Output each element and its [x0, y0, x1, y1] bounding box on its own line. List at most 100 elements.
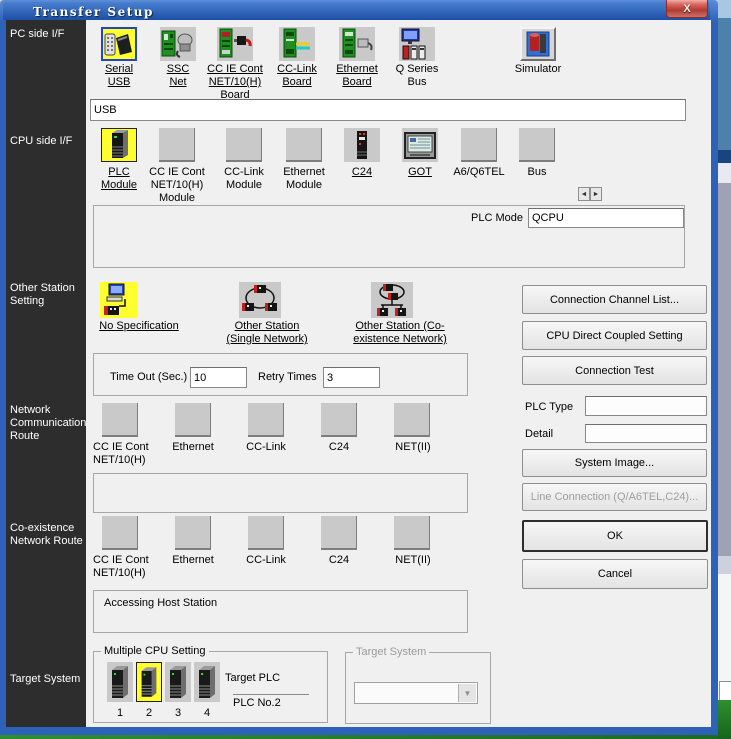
timeout-field[interactable]: [190, 367, 247, 388]
got-icon[interactable]: [402, 128, 438, 162]
coexistence-cc-ie-icon[interactable]: [102, 516, 138, 550]
coexistence-cc-link-icon[interactable]: [248, 516, 284, 550]
sidebar-label-target-system: Target System: [10, 673, 84, 686]
target-system-dropdown[interactable]: ▼: [354, 682, 478, 704]
other-station-coexistence-icon[interactable]: [371, 282, 413, 318]
cc-ie-board-icon[interactable]: [217, 27, 253, 61]
network-route-cc-link-icon[interactable]: [248, 403, 284, 437]
cpu-side-item-label[interactable]: C24: [347, 166, 377, 179]
coexistence-item-label: NET(II): [390, 554, 436, 567]
coexistence-ethernet-icon[interactable]: [175, 516, 211, 550]
cpu-side-item-label: A6/Q6TEL: [449, 166, 509, 179]
target-plc-label: Target PLC: [225, 672, 280, 684]
background-window-strip: [718, 163, 731, 183]
dialog-title: Transfer Setup: [33, 5, 154, 19]
q-series-bus-icon[interactable]: [399, 27, 435, 61]
coexistence-item-label: CC IE Cont NET/10(H): [93, 554, 159, 580]
cpu-side-item-label: CC IE Cont NET/10(H) Module: [144, 166, 210, 205]
cpu-tower-glyph: [165, 662, 191, 702]
ethernet-board-glyph: [339, 27, 375, 61]
retry-times-field[interactable]: [323, 367, 380, 388]
other-station-item-label[interactable]: No Specification: [84, 320, 194, 333]
plc-type-field[interactable]: [585, 396, 707, 416]
background-window-strip: [718, 556, 731, 574]
plc-mode-field[interactable]: [528, 208, 684, 228]
connection-test-button[interactable]: Connection Test: [522, 356, 707, 385]
single-network-glyph: [239, 282, 281, 318]
connection-channel-list-button[interactable]: Connection Channel List...: [522, 285, 707, 314]
cpu-no2-icon[interactable]: [136, 662, 162, 702]
plc-tower-glyph: [102, 129, 136, 161]
cancel-button[interactable]: Cancel: [522, 559, 708, 589]
network-route-c24-icon[interactable]: [321, 403, 357, 437]
coexistence-netii-icon[interactable]: [394, 516, 430, 550]
sidebar-label-cpu-side: CPU side I/F: [10, 135, 84, 148]
coexistence-item-label: Ethernet: [169, 554, 217, 567]
other-station-item-label[interactable]: Other Station (Co-existence Network): [337, 320, 463, 346]
chevron-down-icon[interactable]: ▼: [458, 684, 476, 702]
target-system-legend: Target System: [353, 646, 429, 658]
cc-ie-module-icon[interactable]: [159, 128, 195, 162]
simulator-icon[interactable]: [520, 27, 556, 61]
screen: Transfer Setup X PC side I/F CPU side I/…: [0, 0, 731, 739]
cc-link-module-icon[interactable]: [226, 128, 262, 162]
other-station-item-label[interactable]: Other Station (Single Network): [219, 320, 315, 346]
scroll-right-button[interactable]: ►: [590, 187, 602, 201]
target-plc-value: PLC No.2: [233, 694, 309, 709]
bus-icon[interactable]: [519, 128, 555, 162]
network-route-item-label: Ethernet: [169, 441, 217, 454]
network-route-netii-icon[interactable]: [394, 403, 430, 437]
ethernet-module-icon[interactable]: [286, 128, 322, 162]
a6-q6tel-icon[interactable]: [461, 128, 497, 162]
detail-field[interactable]: [585, 424, 707, 443]
pc-side-item-label[interactable]: SSC Net: [163, 63, 193, 89]
cpu-no1-icon[interactable]: [107, 662, 133, 702]
other-station-single-icon[interactable]: [239, 282, 281, 318]
scroll-left-button[interactable]: ◄: [578, 187, 590, 201]
cpu-direct-coupled-button[interactable]: CPU Direct Coupled Setting: [522, 321, 707, 350]
pc-side-item-label[interactable]: Ethernet Board: [333, 63, 381, 89]
ssc-net-glyph: [160, 27, 196, 61]
simulator-glyph: [522, 29, 554, 59]
ssc-net-icon[interactable]: [160, 27, 196, 61]
pc-side-item-label[interactable]: CC IE Cont NET/10(H) Board: [202, 63, 268, 102]
coexistence-c24-icon[interactable]: [321, 516, 357, 550]
cpu-no3-icon[interactable]: [165, 662, 191, 702]
serial-connector-glyph: [103, 29, 135, 59]
cpu-number-label: 3: [165, 707, 191, 719]
pc-side-item-label[interactable]: Serial USB: [99, 63, 139, 89]
title-bar[interactable]: Transfer Setup: [3, 2, 710, 20]
plc-module-icon[interactable]: [101, 128, 137, 162]
plc-mode-label: PLC Mode: [433, 212, 523, 224]
no-specification-icon[interactable]: [100, 282, 138, 318]
cpu-side-item-label[interactable]: PLC Module: [96, 166, 142, 192]
line-connection-button: Line Connection (Q/A6TEL,C24)...: [522, 483, 707, 511]
detail-label: Detail: [525, 428, 553, 440]
close-button[interactable]: X: [666, 0, 708, 18]
pc-side-item-label[interactable]: CC-Link Board: [274, 63, 320, 89]
network-route-cc-ie-icon[interactable]: [102, 403, 138, 437]
section-sidebar: [6, 20, 86, 727]
cpu-no4-icon[interactable]: [194, 662, 220, 702]
background-window-strip: [718, 0, 731, 18]
pc-side-item-label: Q Series Bus: [392, 63, 442, 89]
ok-button[interactable]: OK: [522, 520, 708, 552]
c24-icon[interactable]: [344, 128, 380, 162]
cc-link-board-icon[interactable]: [279, 27, 315, 61]
network-route-item-label: CC-Link: [243, 441, 289, 454]
ethernet-board-icon[interactable]: [339, 27, 375, 61]
q-series-bus-glyph: [399, 27, 435, 61]
c24-module-glyph: [344, 128, 380, 162]
cpu-tower-glyph: [137, 663, 161, 701]
cpu-side-item-label: Ethernet Module: [280, 166, 328, 192]
serial-usb-icon[interactable]: [101, 27, 137, 61]
coexistence-item-label: C24: [324, 554, 354, 567]
network-route-status-box: [93, 473, 468, 513]
cc-link-board-glyph: [279, 27, 315, 61]
sidebar-label-network-route: Network Communication Route: [10, 404, 84, 443]
network-route-ethernet-icon[interactable]: [175, 403, 211, 437]
multiple-cpu-setting-legend: Multiple CPU Setting: [101, 645, 209, 657]
cpu-side-item-label[interactable]: GOT: [405, 166, 435, 179]
pc-interface-value-field[interactable]: [90, 99, 686, 121]
system-image-button[interactable]: System Image...: [522, 449, 707, 477]
